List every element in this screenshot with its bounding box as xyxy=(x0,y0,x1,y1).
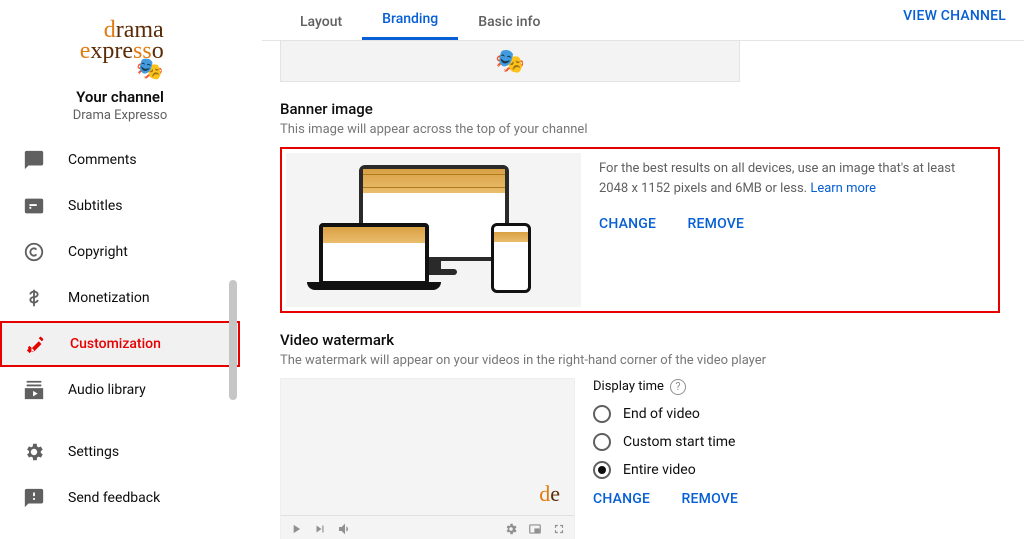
radio-end-of-video[interactable]: End of video xyxy=(593,405,1000,423)
tab-branding[interactable]: Branding xyxy=(362,11,458,40)
radio-label: Custom start time xyxy=(623,434,735,450)
sidebar-item-comments[interactable]: Comments xyxy=(0,137,240,183)
sidebar: drama expresso 🎭 Your channel Drama Expr… xyxy=(0,0,240,539)
banner-section: Banner image This image will appear acro… xyxy=(280,100,1000,313)
sidebar-item-customization[interactable]: Customization xyxy=(0,321,240,367)
tab-layout[interactable]: Layout xyxy=(280,14,362,40)
radio-icon xyxy=(593,405,611,423)
banner-card: For the best results on all devices, use… xyxy=(280,147,1000,313)
sidebar-item-monetization[interactable]: Monetization xyxy=(0,275,240,321)
view-channel-link[interactable]: VIEW CHANNEL xyxy=(903,8,1006,24)
next-icon[interactable] xyxy=(313,522,327,536)
banner-guidance: For the best results on all devices, use… xyxy=(599,159,984,198)
watermark-section: Video watermark The watermark will appea… xyxy=(280,331,1000,539)
radio-icon xyxy=(593,461,611,479)
radio-label: Entire video xyxy=(623,462,696,478)
comment-icon xyxy=(22,148,46,172)
watermark-section-title: Video watermark xyxy=(280,331,1000,349)
sidebar-item-copyright[interactable]: Copyright xyxy=(0,229,240,275)
your-channel-label: Your channel xyxy=(76,88,164,106)
sidebar-nav: Comments Subtitles Copyright Monetizatio… xyxy=(0,137,240,521)
fullscreen-icon[interactable] xyxy=(552,522,566,536)
sidebar-item-label: Comments xyxy=(68,152,137,168)
channel-logo: drama expresso 🎭 xyxy=(40,14,200,84)
radio-icon xyxy=(593,433,611,451)
banner-info: For the best results on all devices, use… xyxy=(581,153,994,307)
sidebar-item-feedback[interactable]: Send feedback xyxy=(0,475,240,521)
sidebar-item-subtitles[interactable]: Subtitles xyxy=(0,183,240,229)
banner-change-button[interactable]: CHANGE xyxy=(599,216,656,232)
radio-custom-start[interactable]: Custom start time xyxy=(593,433,1000,451)
sidebar-item-label: Subtitles xyxy=(68,198,123,214)
watermark-section-subtitle: The watermark will appear on your videos… xyxy=(280,353,1000,368)
main-content: VIEW CHANNEL Layout Branding Basic info … xyxy=(240,0,1024,539)
radio-entire-video[interactable]: Entire video xyxy=(593,461,1000,479)
copyright-icon xyxy=(22,240,46,264)
sidebar-item-label: Customization xyxy=(70,336,161,352)
banner-remove-button[interactable]: REMOVE xyxy=(688,216,745,232)
banner-guidance-text: For the best results on all devices, use… xyxy=(599,161,955,196)
sidebar-item-label: Monetization xyxy=(68,290,150,306)
monetization-icon xyxy=(22,286,46,310)
channel-name: Drama Expresso xyxy=(73,108,168,123)
sidebar-item-label: Send feedback xyxy=(68,490,160,506)
radio-label: End of video xyxy=(623,406,700,422)
watermark-options: Display time ? End of video Custom start… xyxy=(575,378,1000,539)
play-icon[interactable] xyxy=(289,522,303,536)
help-icon[interactable]: ? xyxy=(670,379,686,395)
watermark-remove-button[interactable]: REMOVE xyxy=(682,491,739,507)
feedback-icon xyxy=(22,486,46,510)
sidebar-item-label: Copyright xyxy=(68,244,128,260)
watermark-thumbnail: de xyxy=(539,481,560,507)
customization-icon xyxy=(24,332,48,356)
volume-icon[interactable] xyxy=(337,521,353,537)
masks-icon: 🎭 xyxy=(136,59,163,79)
scrollbar-thumb[interactable] xyxy=(229,280,237,400)
banner-section-title: Banner image xyxy=(280,100,1000,118)
sidebar-item-label: Settings xyxy=(68,444,119,460)
channel-block: drama expresso 🎭 Your channel Drama Expr… xyxy=(0,0,240,137)
settings-gear-icon[interactable] xyxy=(504,522,518,536)
display-time-label: Display time ? xyxy=(593,379,686,395)
learn-more-link[interactable]: Learn more xyxy=(810,181,876,196)
watermark-video-preview: de xyxy=(280,378,575,539)
banner-section-subtitle: This image will appear across the top of… xyxy=(280,122,1000,137)
sidebar-item-label: Audio library xyxy=(68,382,146,398)
tab-basic-info[interactable]: Basic info xyxy=(458,14,560,40)
audio-library-icon xyxy=(22,378,46,402)
miniplayer-icon[interactable] xyxy=(528,522,542,536)
sidebar-item-audio-library[interactable]: Audio library xyxy=(0,367,240,413)
settings-icon xyxy=(22,440,46,464)
previous-section-preview: 🎭 xyxy=(280,40,740,82)
player-controls xyxy=(281,515,574,539)
logo-thumb: 🎭 xyxy=(495,47,525,75)
watermark-change-button[interactable]: CHANGE xyxy=(593,491,650,507)
subtitles-icon xyxy=(22,194,46,218)
sidebar-item-settings[interactable]: Settings xyxy=(0,429,240,475)
banner-device-preview xyxy=(286,153,581,307)
